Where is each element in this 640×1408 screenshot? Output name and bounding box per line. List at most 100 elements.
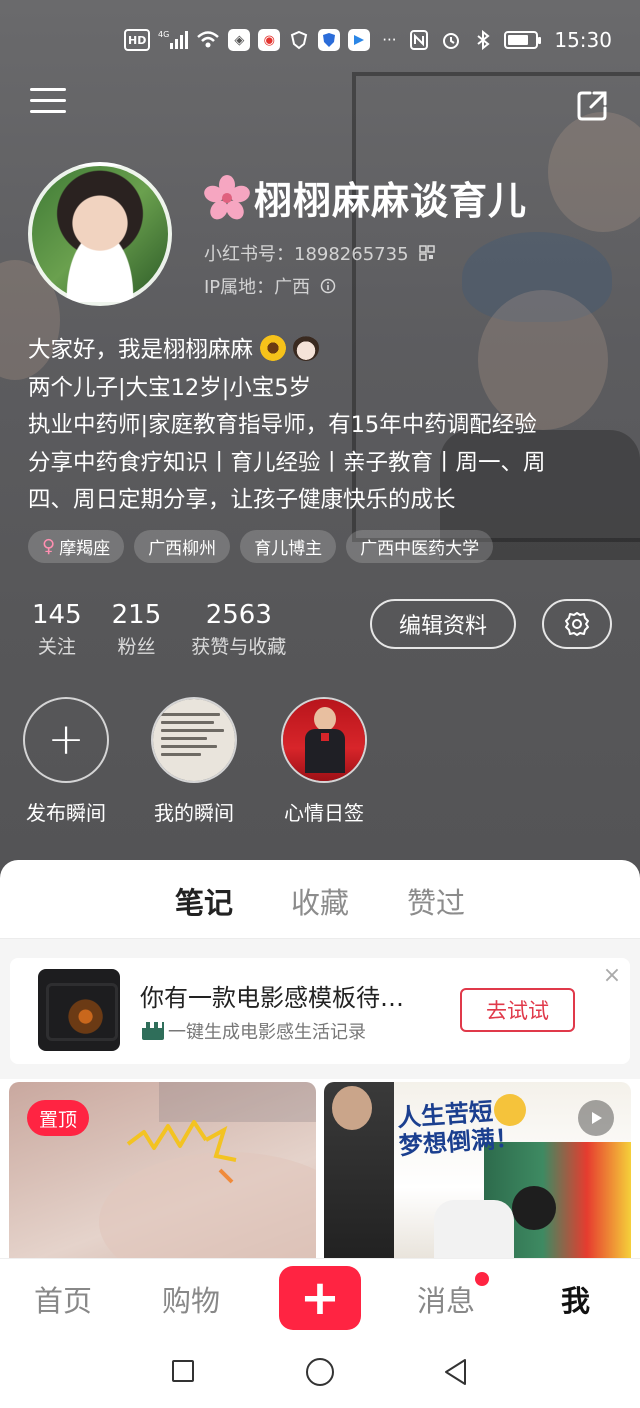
profile-stats: 145 关注 215 粉丝 2563 获赞与收藏 — [32, 598, 286, 662]
shield-outline-icon — [288, 29, 310, 51]
wifi-icon — [196, 29, 220, 51]
moment-publish-circle[interactable]: + — [23, 697, 109, 783]
close-icon[interactable]: × — [602, 965, 622, 987]
alarm-icon — [440, 29, 462, 51]
nav-shopping[interactable]: 购物 — [162, 1278, 220, 1320]
mood-photo-image — [283, 699, 365, 781]
status-time: 15:30 — [554, 28, 612, 52]
bluetooth-icon — [472, 29, 494, 51]
note-child — [434, 1200, 514, 1258]
stat-followers[interactable]: 215 粉丝 — [112, 598, 162, 662]
edit-profile-button[interactable]: 编辑资料 — [370, 599, 516, 649]
nfc-icon — [408, 29, 430, 51]
nav-home[interactable]: 首页 — [34, 1278, 92, 1320]
unread-dot — [475, 1272, 489, 1286]
ip-location: IP属地：广西 — [204, 277, 311, 298]
menu-icon-line — [30, 110, 66, 113]
stat-label: 粉丝 — [117, 636, 156, 658]
back-button[interactable] — [442, 1357, 468, 1387]
nav-messages[interactable]: 消息 — [417, 1278, 475, 1320]
app-notification-icon: ◈ — [228, 29, 251, 51]
redbook-id-row[interactable]: 小红书号：1898265735 — [204, 240, 435, 266]
note-person-face — [332, 1086, 372, 1130]
share-icon — [577, 91, 607, 121]
bio-line: 执业中药师|家庭教育指导师，有15年中药调配经验 — [28, 412, 537, 438]
stat-value: 215 — [111, 600, 162, 630]
status-bar-right: 15:30 — [408, 22, 612, 58]
svg-text:4G: 4G — [158, 30, 169, 39]
stat-value: 2563 — [205, 600, 272, 630]
hd-icon: HD — [124, 29, 151, 51]
tag-school[interactable]: 广西中医药大学 — [346, 530, 494, 563]
play-icon — [592, 1112, 602, 1124]
qr-code-icon[interactable] — [418, 245, 435, 261]
pinned-badge: 置顶 — [27, 1100, 90, 1136]
sunflower-emoji-icon — [260, 335, 287, 361]
add-post-button[interactable]: + — [279, 1266, 361, 1330]
stat-label: 获赞与收藏 — [191, 636, 287, 658]
menu-icon-line — [30, 99, 66, 102]
moment-mood-thumbnail[interactable] — [281, 697, 367, 783]
tag-location[interactable]: 广西柳州 — [134, 530, 231, 563]
signal-icon: 4G — [158, 29, 189, 51]
nickname: 栩栩麻麻谈育儿 — [254, 179, 528, 223]
tag-role[interactable]: 育儿博主 — [240, 530, 337, 563]
tab-notes[interactable]: 笔记 — [175, 874, 233, 948]
note-child-head — [512, 1186, 556, 1230]
note-card-title: 人生苦短 梦想倒满！ — [396, 1097, 520, 1161]
woman-emoji-icon — [293, 335, 320, 361]
clapperboard-icon — [142, 1022, 164, 1040]
plus-icon: + — [47, 714, 85, 765]
bio-line: 四、周日定期分享，让孩子健康快乐的成长 — [28, 487, 456, 513]
more-notifications-icon: ··· — [382, 31, 397, 49]
profile-tags: ♀ 摩羯座 广西柳州 育儿博主 广西中医药大学 — [28, 530, 494, 563]
tag-zodiac[interactable]: ♀ 摩羯座 — [28, 530, 125, 563]
moment-mine[interactable]: 我的瞬间 — [151, 697, 237, 826]
content-tabs: 笔记 收藏 赞过 — [0, 874, 640, 948]
status-bar-left: HD 4G ◈ ◉ ··· — [124, 22, 400, 58]
bio: 大家好，我是栩栩麻麻 两个儿子|大宝12岁|小宝5岁 执业中药师|家庭教育指导师… — [28, 332, 618, 520]
moment-label: 我的瞬间 — [154, 801, 234, 825]
cherry-blossom-icon — [204, 174, 250, 221]
stat-value: 145 — [32, 600, 82, 630]
moment-publish[interactable]: + 发布瞬间 — [23, 697, 109, 826]
settings-button[interactable] — [542, 599, 612, 649]
promo-title: 你有一款电影感模板待… — [140, 984, 404, 1012]
stat-following[interactable]: 145 关注 — [32, 598, 82, 662]
moment-mine-thumbnail[interactable] — [151, 697, 237, 783]
nickname-row: 栩栩麻麻谈育儿 — [204, 170, 527, 225]
tab-liked[interactable]: 赞过 — [407, 874, 465, 938]
promo-subtitle-row: 一键生成电影感生活记录 — [142, 1018, 366, 1044]
share-button[interactable] — [574, 88, 610, 124]
redbook-id: 小红书号：1898265735 — [204, 244, 409, 265]
menu-icon-line — [30, 88, 66, 91]
recent-apps-button[interactable] — [172, 1360, 194, 1382]
try-template-button[interactable]: 去试试 — [460, 988, 575, 1032]
battery-icon — [504, 31, 542, 49]
promo-subtitle: 一键生成电影感生活记录 — [168, 1022, 366, 1043]
home-button[interactable] — [306, 1358, 334, 1386]
nav-me[interactable]: 我 — [561, 1278, 590, 1320]
bio-line: 分享中药食疗知识丨育儿经验丨亲子教育丨周一、周 — [28, 449, 546, 476]
ip-location-row: IP属地：广西 — [204, 273, 336, 299]
sparkle-zigzag-icon — [126, 1120, 237, 1184]
info-icon[interactable] — [320, 278, 336, 294]
female-icon: ♀ — [42, 536, 56, 557]
stat-label: 关注 — [37, 636, 76, 658]
camera-thumbnail — [38, 969, 120, 1051]
security-app-icon — [318, 29, 341, 51]
video-play-button[interactable] — [578, 1100, 614, 1136]
bio-line: 大家好，我是栩栩麻麻 — [28, 332, 618, 370]
moment-label: 心情日签 — [284, 801, 364, 825]
app-blue-icon — [348, 29, 371, 51]
handwritten-note-image — [153, 699, 235, 781]
bio-line: 两个儿子|大宝12岁|小宝5岁 — [28, 374, 312, 401]
moment-mood[interactable]: 心情日签 — [281, 697, 367, 826]
gear-icon — [565, 612, 589, 636]
stat-likes-collections[interactable]: 2563 获赞与收藏 — [191, 598, 286, 662]
moment-label: 发布瞬间 — [26, 801, 106, 825]
avatar[interactable] — [28, 162, 172, 306]
weibo-icon: ◉ — [258, 29, 281, 51]
menu-button[interactable] — [30, 88, 66, 120]
tab-collections[interactable]: 收藏 — [291, 874, 349, 938]
